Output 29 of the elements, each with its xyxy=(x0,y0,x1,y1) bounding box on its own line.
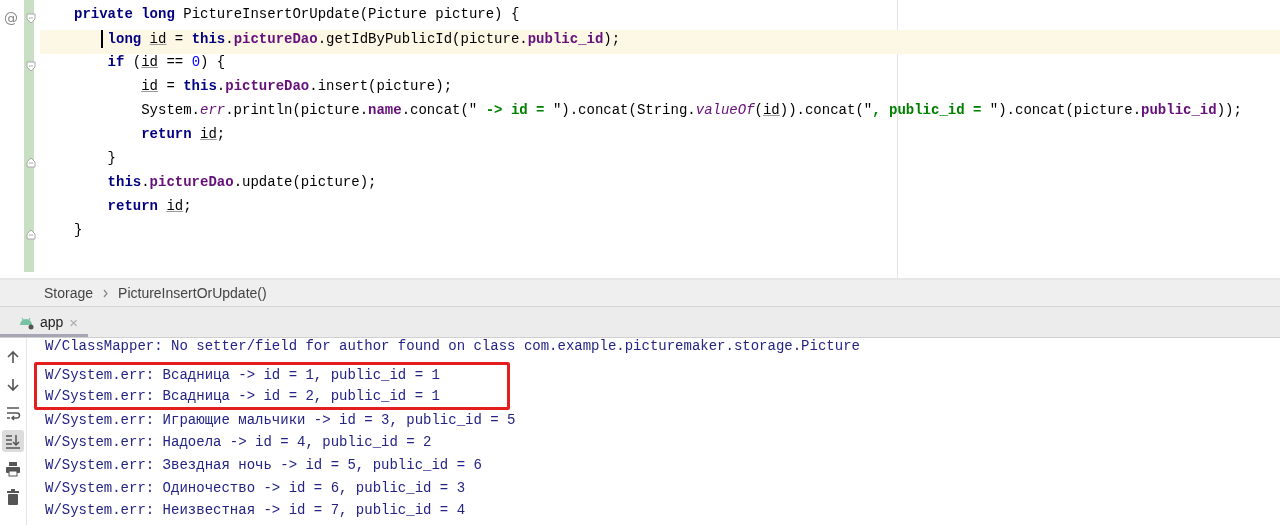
up-arrow-icon xyxy=(5,349,21,365)
log-line: W/System.err: Одиночество -> id = 6, public_id = 3 xyxy=(44,479,467,498)
scroll-to-end-icon xyxy=(5,433,21,449)
code-line: id = this.pictureDao.insert(picture); xyxy=(140,78,454,96)
soft-wrap-icon xyxy=(5,405,21,421)
run-tab[interactable]: app × xyxy=(0,307,89,337)
code-line: this.pictureDao.update(picture); xyxy=(106,174,378,192)
log-line: W/System.err: Всадница -> id = 2, public_id = 1 xyxy=(44,386,441,406)
printer-icon xyxy=(5,461,21,477)
log-line: W/ClassMapper: No setter/field for author found on class com.example.picturemaker.storage.Picture xyxy=(44,338,860,356)
chevron-right-icon xyxy=(103,288,109,298)
code-line: return id; xyxy=(106,198,193,216)
code-line: } xyxy=(73,222,84,240)
log-line: W/System.err: Играющие мальчики -> id = 3, public_id = 5 xyxy=(44,411,517,430)
scroll-to-end-button[interactable] xyxy=(2,430,24,452)
override-gutter-mark[interactable]: @ xyxy=(4,10,18,26)
log-line: W/System.err: Надоела -> id = 4, public_id = 2 xyxy=(44,434,433,453)
breadcrumb-item[interactable]: Storage xyxy=(44,285,94,301)
trash-icon xyxy=(5,489,21,505)
code-line: return id; xyxy=(140,126,227,144)
code-line: System.err.println(picture.name.concat(" -> id = ").concat(String.valueOf(id)).concat(", public_id = ").concat(picture.public_id)); xyxy=(140,102,1243,120)
log-line: W/System.err: Звездная ночь -> id = 5, public_id = 6 xyxy=(44,457,483,475)
down-arrow-icon xyxy=(5,377,21,393)
log-line: W/System.err: Всадница -> id = 1, public_id = 1 xyxy=(44,365,441,385)
breadcrumb-item[interactable]: PictureInsertOrUpdate() xyxy=(118,285,267,301)
code-line: } xyxy=(106,150,117,168)
code-line: if (id == 0) { xyxy=(106,54,227,72)
code-line: private long PictureInsertOrUpdate(Picture picture) { xyxy=(73,6,521,24)
log-line: W/System.err: Неизвестная -> id = 7, public_id = 4 xyxy=(44,502,467,521)
